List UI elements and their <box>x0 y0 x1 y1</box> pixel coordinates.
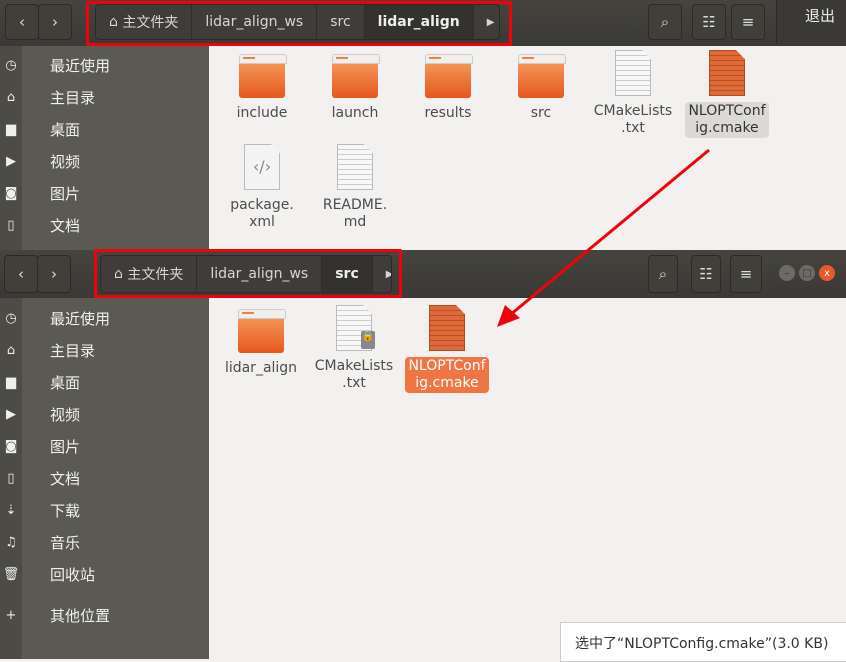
arrow-line <box>509 148 710 317</box>
annotation-arrow <box>497 148 710 327</box>
